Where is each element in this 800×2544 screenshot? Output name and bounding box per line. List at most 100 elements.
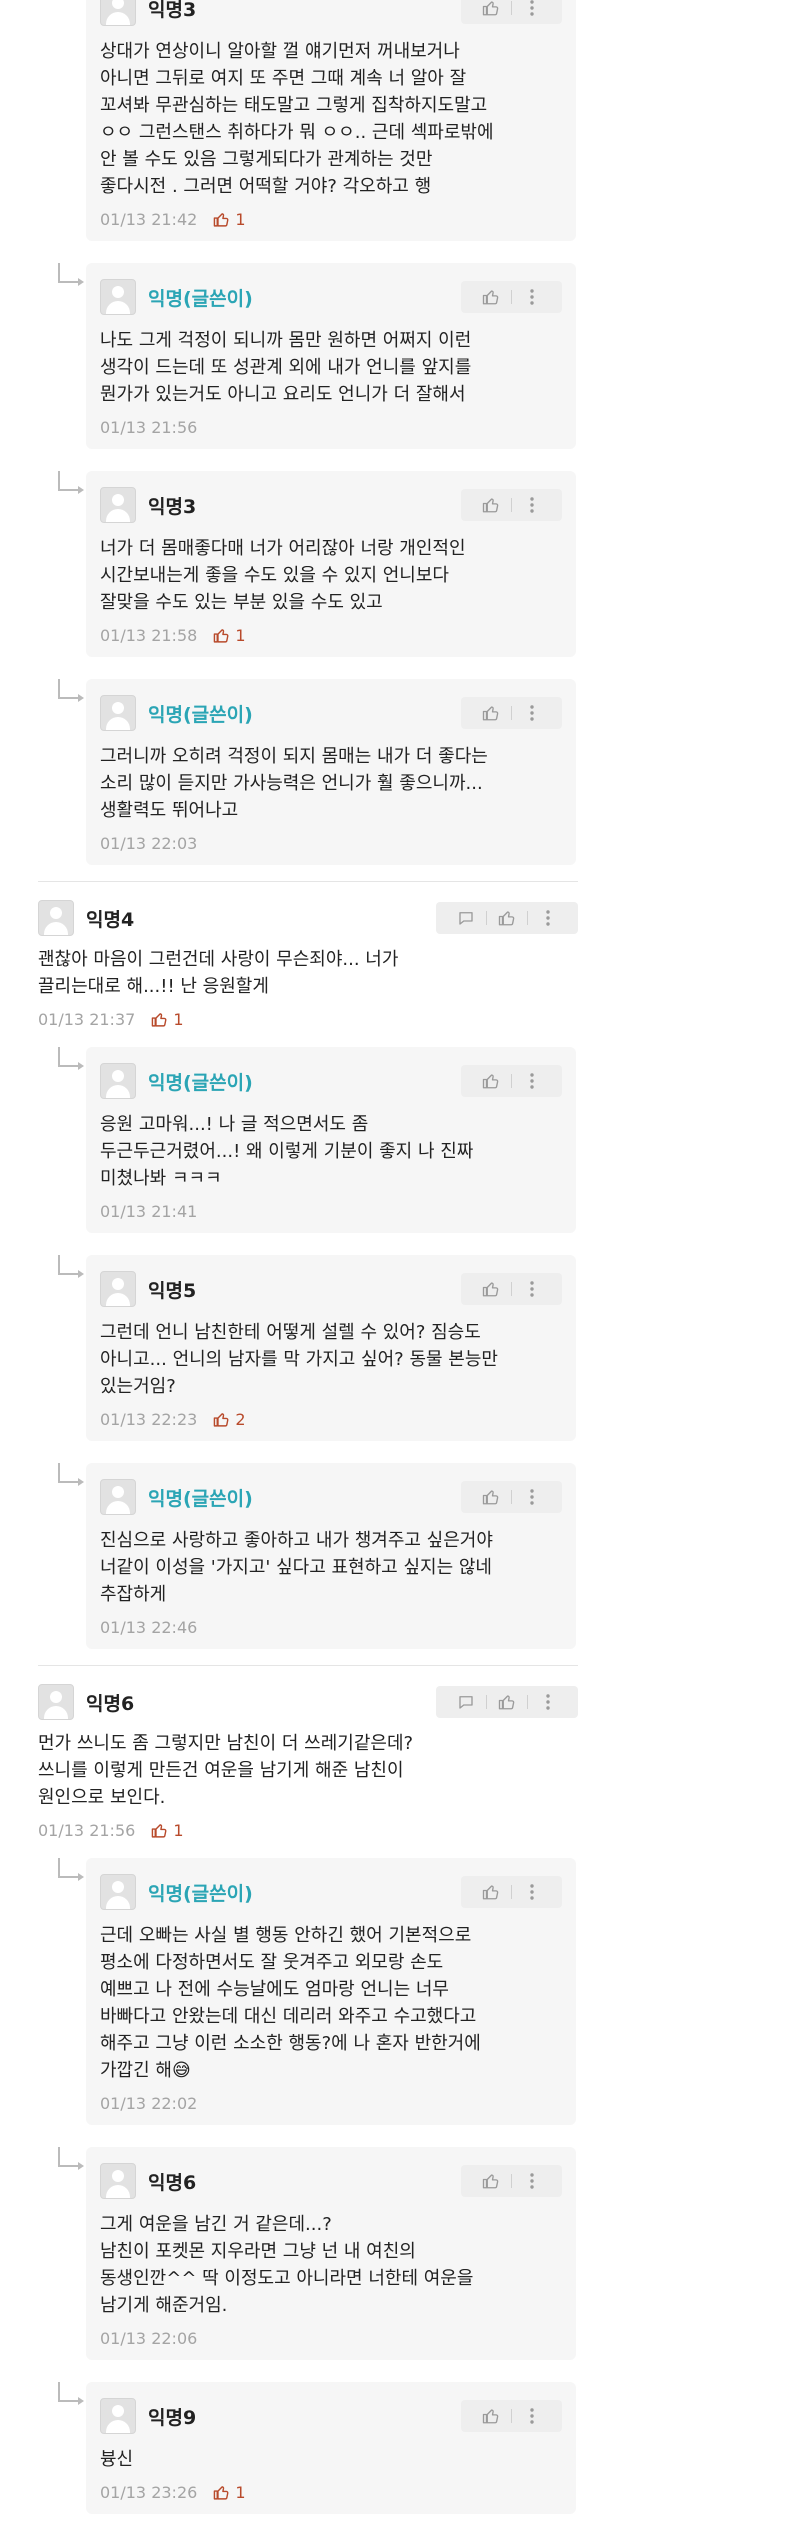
reply-button[interactable] [446, 1686, 486, 1718]
comment-bubble-icon [459, 1696, 473, 1709]
like-button[interactable] [471, 2400, 511, 2432]
like-button[interactable] [471, 0, 511, 24]
thumbs-up-icon [498, 911, 515, 926]
like-button[interactable] [471, 281, 511, 313]
comment-actions [436, 1686, 578, 1718]
timestamp: 01/13 21:42 [100, 210, 198, 229]
thumbs-up-icon [482, 290, 499, 305]
like-count: 1 [213, 210, 246, 229]
author-name: 익명4 [86, 908, 135, 931]
avatar [100, 695, 136, 731]
like-count-value: 1 [173, 1010, 184, 1029]
more-button[interactable] [512, 489, 552, 521]
comment-text: 상대가 연상이니 알아할 껄 얘기먼저 꺼내보거나 아니면 그뒤로 여지 또 주… [100, 41, 494, 197]
reply-comment: 익명(글쓴이) 응원 고마워...! 나 글 적으면서도 좀 두근두근거렸어..… [0, 1047, 800, 1233]
more-vertical-icon [530, 1884, 534, 1900]
more-vertical-icon [530, 2173, 534, 2189]
like-button[interactable] [471, 1065, 511, 1097]
like-button[interactable] [471, 1481, 511, 1513]
more-button[interactable] [512, 2400, 552, 2432]
like-button[interactable] [471, 1273, 511, 1305]
more-button[interactable] [512, 1876, 552, 1908]
more-vertical-icon [530, 289, 534, 305]
author-name: 익명6 [148, 2171, 197, 2194]
comment-feed: 익명3 상대가 연상이니 알아할 껄 얘기먼저 꺼내보거나 아니면 그뒤로 여지… [0, 0, 800, 2514]
avatar [100, 1874, 136, 1910]
reply-arrow-icon [58, 1463, 84, 1486]
more-vertical-icon [530, 1073, 534, 1089]
reply-arrow-icon [58, 471, 84, 494]
comment-text: 븅신 [100, 2449, 134, 2470]
reply-arrow-icon [58, 2382, 84, 2405]
more-button[interactable] [512, 697, 552, 729]
more-button[interactable] [512, 1065, 552, 1097]
reply-box: 익명9 븅신 01/13 23:26 1 [86, 2382, 576, 2514]
thumbs-up-icon [214, 1413, 229, 1427]
avatar [100, 2398, 136, 2434]
timestamp: 01/13 22:02 [100, 2094, 198, 2113]
like-count: 1 [151, 1821, 184, 1840]
reply-arrow-icon [58, 1047, 84, 1070]
reply-arrow-icon [58, 1255, 84, 1278]
reply-comment: 익명(글쓴이) 그러니까 오히려 걱정이 되지 몸매는 내가 더 좋다는 소리 … [0, 679, 800, 865]
reply-comment: 익명(글쓴이) 근데 오빠는 사실 별 행동 안하긴 했어 기본적으로 평소에 … [0, 1858, 800, 2125]
author-name: 익명3 [148, 495, 197, 518]
reply-arrow-icon [58, 679, 84, 702]
like-button[interactable] [471, 1876, 511, 1908]
like-button[interactable] [471, 697, 511, 729]
avatar [100, 1479, 136, 1515]
more-button[interactable] [512, 1273, 552, 1305]
reply-box: 익명3 상대가 연상이니 알아할 껄 얘기먼저 꺼내보거나 아니면 그뒤로 여지… [86, 0, 576, 241]
reply-comment: 익명9 븅신 01/13 23:26 1 [0, 2382, 800, 2514]
timestamp: 01/13 21:41 [100, 1202, 198, 1221]
comment-text: 너가 더 몸매좋다매 너가 어리잖아 너랑 개인적인 시간보내는게 좋을 수도 … [100, 538, 466, 613]
thumbs-up-icon [482, 1074, 499, 1089]
reply-box: 익명(글쓴이) 진심으로 사랑하고 좋아하고 내가 챙겨주고 싶은거야 너같이 … [86, 1463, 576, 1649]
reply-arrow-icon [58, 2147, 84, 2170]
author-name-op: 익명(글쓴이) [148, 287, 253, 310]
comment-actions [461, 0, 562, 24]
author-name: 익명6 [86, 1692, 135, 1715]
timestamp: 01/13 21:56 [100, 418, 198, 437]
reply-comment: 익명6 그게 여운을 남긴 거 같은데...? 남친이 포켓몬 지우라면 그냥 … [0, 2147, 800, 2360]
comment-actions [461, 1065, 562, 1097]
reply-box: 익명3 너가 더 몸매좋다매 너가 어리잖아 너랑 개인적인 시간보내는게 좋을… [86, 471, 576, 657]
timestamp: 01/13 21:37 [38, 1010, 136, 1029]
more-vertical-icon [546, 1694, 550, 1710]
more-button[interactable] [512, 2165, 552, 2197]
comment-text: 나도 그게 걱정이 되니까 몸만 원하면 어쩌지 이런 생각이 드는데 또 성관… [100, 330, 472, 405]
like-count-value: 1 [173, 1821, 184, 1840]
more-button[interactable] [512, 281, 552, 313]
reply-box: 익명6 그게 여운을 남긴 거 같은데...? 남친이 포켓몬 지우라면 그냥 … [86, 2147, 576, 2360]
comment-actions [461, 489, 562, 521]
thumbs-up-icon [482, 1490, 499, 1505]
more-button[interactable] [512, 1481, 552, 1513]
reply-button[interactable] [446, 902, 486, 934]
comment-text: 그런데 언니 남친한테 어떻게 설렐 수 있어? 짐승도 아니고... 언니의 … [100, 1322, 498, 1397]
avatar [100, 487, 136, 523]
like-button[interactable] [471, 2165, 511, 2197]
more-button[interactable] [528, 902, 568, 934]
like-button[interactable] [487, 902, 527, 934]
comment-text: 괜찮아 마음이 그런건데 사랑이 무슨죄야... 너가 끌리는대로 해...!!… [38, 949, 399, 997]
thumbs-up-icon [214, 213, 229, 227]
author-name-op: 익명(글쓴이) [148, 1487, 253, 1510]
comment-actions [436, 902, 578, 934]
like-count: 1 [213, 626, 246, 645]
more-vertical-icon [530, 705, 534, 721]
reply-comment: 익명3 너가 더 몸매좋다매 너가 어리잖아 너랑 개인적인 시간보내는게 좋을… [0, 471, 800, 657]
comment-actions [461, 281, 562, 313]
thumbs-up-icon [482, 1, 499, 16]
reply-arrow-icon [58, 1858, 84, 1881]
avatar [100, 1271, 136, 1307]
avatar [100, 0, 136, 26]
like-button[interactable] [487, 1686, 527, 1718]
timestamp: 01/13 21:58 [100, 626, 198, 645]
more-button[interactable] [528, 1686, 568, 1718]
thumbs-up-icon [214, 629, 229, 643]
more-vertical-icon [530, 1281, 534, 1297]
timestamp: 01/13 22:03 [100, 834, 198, 853]
avatar [100, 2163, 136, 2199]
more-button[interactable] [512, 0, 552, 24]
like-button[interactable] [471, 489, 511, 521]
